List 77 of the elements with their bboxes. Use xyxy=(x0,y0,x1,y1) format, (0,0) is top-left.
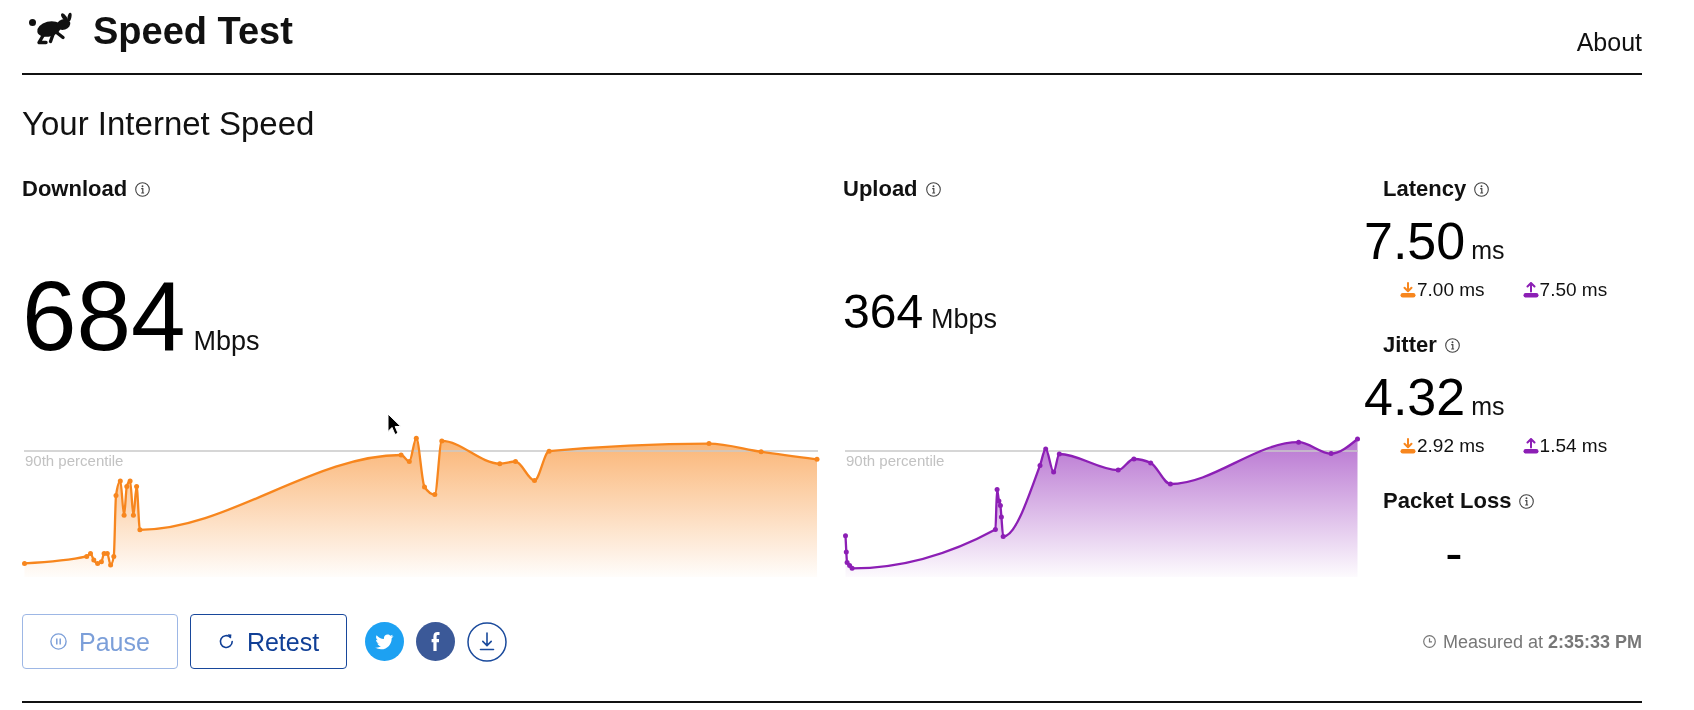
data-point xyxy=(532,478,537,483)
data-point xyxy=(22,560,27,566)
data-point xyxy=(432,492,438,498)
download-value: 2.92 ms xyxy=(1417,434,1485,458)
data-point xyxy=(1296,439,1302,445)
upload-icon xyxy=(1522,282,1539,298)
info-icon[interactable] xyxy=(135,181,151,197)
data-point xyxy=(121,512,127,518)
unit-label: ms xyxy=(1471,392,1505,420)
metric-label: Latency xyxy=(1383,177,1467,201)
reference-label: 90th percentile xyxy=(25,452,124,469)
metric-label: Upload xyxy=(843,177,918,201)
data-point xyxy=(992,526,998,532)
unit-label: ms xyxy=(1471,236,1505,264)
upload-value: 7.50 ms xyxy=(1539,278,1608,302)
data-point xyxy=(1051,469,1057,475)
reference-label: 90th percentile xyxy=(846,452,945,469)
data-point xyxy=(706,441,712,447)
metric-label: Download xyxy=(22,177,128,201)
mouse-pointer-icon xyxy=(387,413,402,436)
page-heading: Your Internet Speed xyxy=(22,106,315,142)
metric-label: Packet Loss xyxy=(1383,489,1512,513)
data-point xyxy=(108,562,114,568)
metric-value: - xyxy=(1445,526,1463,580)
data-point xyxy=(406,459,412,464)
data-point xyxy=(137,527,143,533)
retest-button[interactable]: Retest xyxy=(189,614,348,669)
unit-label: Mbps xyxy=(931,304,998,334)
data-point xyxy=(422,484,427,490)
data-point xyxy=(1115,467,1121,473)
download-value: 7.00 ms xyxy=(1417,278,1485,302)
data-point xyxy=(843,533,848,539)
data-point xyxy=(130,512,136,518)
data-point xyxy=(1131,456,1137,462)
download-icon xyxy=(1400,282,1416,298)
clock-icon xyxy=(1422,635,1436,648)
refresh-icon xyxy=(217,633,235,650)
download-icon[interactable] xyxy=(467,621,508,662)
data-point xyxy=(998,514,1004,520)
unit-label: Mbps xyxy=(193,326,260,356)
speed-value: 684 xyxy=(22,267,186,365)
data-point xyxy=(1037,462,1043,468)
twitter-icon[interactable] xyxy=(365,622,405,661)
data-point xyxy=(1000,534,1006,539)
upload-value: 1.54 ms xyxy=(1539,434,1608,458)
data-point xyxy=(814,456,820,462)
data-point xyxy=(1043,446,1049,452)
download-icon xyxy=(1400,438,1416,454)
data-point xyxy=(1056,451,1062,457)
data-point xyxy=(1167,481,1173,487)
measured-time-text: Measured at 2:35:33 PM xyxy=(1442,630,1642,653)
data-point xyxy=(113,493,119,499)
info-icon[interactable] xyxy=(1474,181,1490,197)
data-point xyxy=(758,449,764,455)
info-icon[interactable] xyxy=(1444,337,1460,353)
speed-value: 364 xyxy=(843,288,924,336)
metric-value: 7.50 xyxy=(1364,214,1466,268)
data-point xyxy=(1355,436,1360,442)
data-point xyxy=(843,549,849,555)
data-point xyxy=(1148,460,1154,466)
data-point xyxy=(497,461,503,467)
metric-value: 4.32 xyxy=(1364,370,1466,424)
facebook-icon[interactable] xyxy=(416,622,456,661)
metric-label: Jitter xyxy=(1383,333,1437,357)
about-link[interactable]: About xyxy=(1576,27,1642,57)
upload-icon xyxy=(1522,438,1539,454)
data-point xyxy=(1328,451,1334,457)
data-point xyxy=(994,486,1000,492)
data-point xyxy=(439,438,445,444)
data-point xyxy=(546,448,552,454)
info-icon[interactable] xyxy=(1519,493,1535,509)
data-point xyxy=(413,435,419,441)
info-icon[interactable] xyxy=(925,181,941,197)
data-point xyxy=(513,459,518,464)
site-title: Speed Test xyxy=(93,9,293,53)
pause-icon xyxy=(50,633,67,650)
data-point xyxy=(398,452,404,458)
